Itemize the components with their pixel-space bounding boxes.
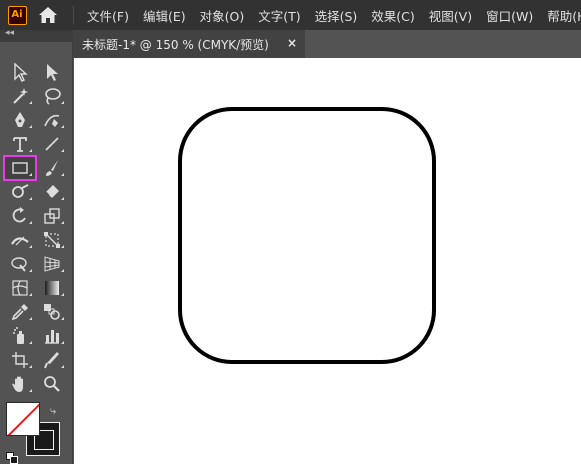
lasso-tool-icon[interactable] [36,84,68,108]
selection-tool-icon[interactable] [4,60,36,84]
collapse-chevron-icon[interactable]: ◂◂ [5,28,14,38]
fill-swatch[interactable] [6,402,40,436]
menu-view[interactable]: 视图(V) [422,6,479,25]
document-tab[interactable]: 未标题-1* @ 150 % (CMYK/预览) × [73,30,305,58]
rectangle-tool-icon[interactable] [3,155,37,181]
menu-help[interactable]: 帮助(H) [540,6,581,25]
gradient-tool-icon[interactable] [36,276,68,300]
shaper-tool-icon[interactable] [4,180,36,204]
tools-panel: ◂◂ ⤷ [0,28,73,464]
tools-panel-header[interactable]: ◂◂ [0,28,73,42]
type-tool-icon[interactable] [4,132,36,156]
paintbrush-tool-icon[interactable] [36,156,68,180]
menu-window[interactable]: 窗口(W) [479,6,540,25]
shape-builder-tool-icon[interactable] [4,252,36,276]
menu-bar: Ai 文件(F) 编辑(E) 对象(O) 文字(T) 选择(S) 效果(C) 视… [0,0,581,30]
document-tab-bar: 未标题-1* @ 150 % (CMYK/预览) × [73,30,581,58]
column-graph-tool-icon[interactable] [36,324,68,348]
free-transform-tool-icon[interactable] [36,228,68,252]
pen-tool-icon[interactable] [4,108,36,132]
home-icon[interactable] [37,5,59,25]
perspective-grid-tool-icon[interactable] [36,252,68,276]
scale-tool-icon[interactable] [36,204,68,228]
artboard-canvas[interactable] [74,58,581,464]
illustrator-logo-icon: Ai [8,6,27,25]
menu-effect[interactable]: 效果(C) [364,6,421,25]
tool-grid [3,60,72,396]
menu-edit[interactable]: 编辑(E) [136,6,193,25]
rounded-rectangle-shape[interactable] [178,107,436,364]
fill-stroke-controls: ⤷ [6,402,66,464]
eraser-tool-icon[interactable] [36,180,68,204]
eyedropper-tool-icon[interactable] [4,300,36,324]
curvature-tool-icon[interactable] [36,108,68,132]
direct-selection-tool-icon[interactable] [36,60,68,84]
line-segment-tool-icon[interactable] [36,132,68,156]
logo-text: Ai [11,9,23,20]
menu-file[interactable]: 文件(F) [80,6,136,25]
artboard-tool-icon[interactable] [4,348,36,372]
menu-select[interactable]: 选择(S) [308,6,365,25]
blend-tool-icon[interactable] [36,300,68,324]
width-tool-icon[interactable] [4,228,36,252]
hand-tool-icon[interactable] [4,372,36,396]
menu-object[interactable]: 对象(O) [193,6,252,25]
mesh-tool-icon[interactable] [4,276,36,300]
rotate-tool-icon[interactable] [4,204,36,228]
slice-tool-icon[interactable] [36,348,68,372]
symbol-sprayer-tool-icon[interactable] [4,324,36,348]
default-fill-stroke-icon[interactable] [6,449,18,464]
menu-separator [73,6,74,24]
zoom-tool-icon[interactable] [36,372,68,396]
menu-items: 文件(F) 编辑(E) 对象(O) 文字(T) 选择(S) 效果(C) 视图(V… [80,0,581,30]
swap-fill-stroke-icon[interactable]: ⤷ [50,404,56,418]
document-tab-title: 未标题-1* @ 150 % (CMYK/预览) [82,37,269,52]
close-icon[interactable]: × [287,36,297,50]
menu-type[interactable]: 文字(T) [251,6,307,25]
magic-wand-tool-icon[interactable] [4,84,36,108]
